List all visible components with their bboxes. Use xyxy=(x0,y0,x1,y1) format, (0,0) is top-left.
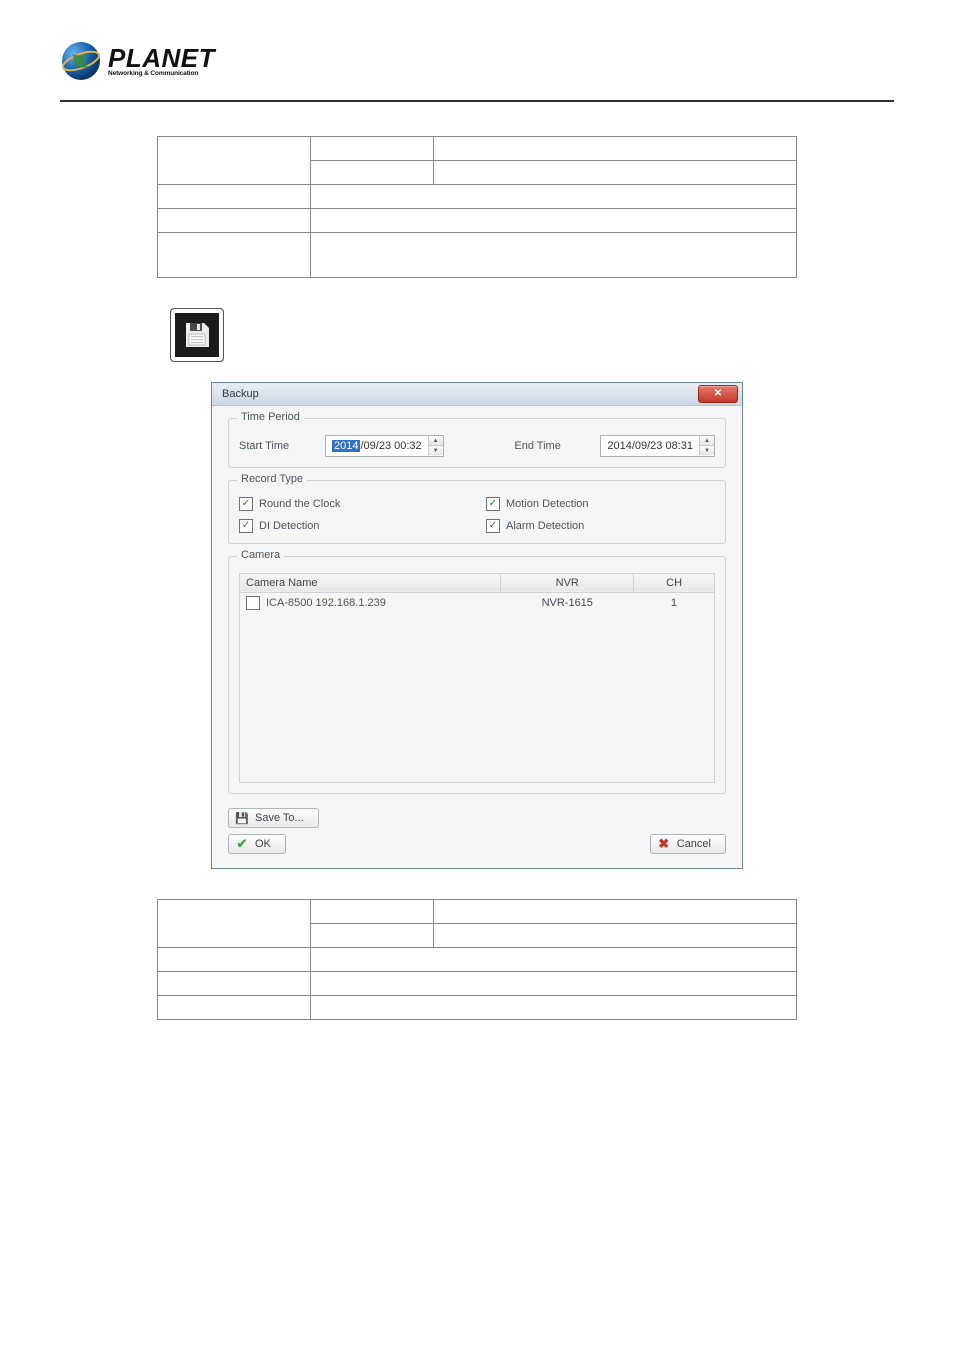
checkbox-di-detection[interactable]: ✓ DI Detection xyxy=(239,519,468,533)
record-type-group: Record Type ✓ Round the Clock ✓ Motion D… xyxy=(228,480,726,544)
brand-tagline: Networking & Communication xyxy=(108,71,215,78)
chevron-down-icon[interactable]: ▼ xyxy=(700,446,714,455)
cancel-button[interactable]: ✖ Cancel xyxy=(650,834,726,854)
camera-col-name: Camera Name xyxy=(240,573,501,592)
start-time-spinner[interactable]: ▲ ▼ xyxy=(428,436,443,455)
save-icon: 💾 xyxy=(235,812,249,825)
camera-col-ch: CH xyxy=(634,573,715,592)
page-header: PLANET Networking & Communication xyxy=(60,40,894,108)
camera-row-checkbox[interactable]: ✓ ICA-8500 192.168.1.239 xyxy=(246,596,495,610)
dialog-title: Backup xyxy=(222,388,259,400)
checkbox-round-the-clock[interactable]: ✓ Round the Clock xyxy=(239,497,468,511)
cancel-icon: ✖ xyxy=(657,836,671,852)
brand-name: PLANET xyxy=(108,45,215,71)
dialog-titlebar: Backup ✕ xyxy=(212,383,742,406)
start-time-label: Start Time xyxy=(239,440,309,452)
outline-table-bottom xyxy=(157,899,797,1020)
globe-icon xyxy=(60,40,102,82)
start-time-field[interactable]: 2014/09/23 00:32 ▲ ▼ xyxy=(325,435,444,457)
check-icon: ✓ xyxy=(486,519,500,533)
camera-legend: Camera xyxy=(237,549,284,561)
floppy-disk-icon xyxy=(182,320,212,350)
chevron-up-icon[interactable]: ▲ xyxy=(429,436,443,446)
time-period-group: Time Period Start Time 2014/09/23 00:32 … xyxy=(228,418,726,468)
checkbox-motion-detection[interactable]: ✓ Motion Detection xyxy=(486,497,715,511)
backup-icon-button[interactable] xyxy=(170,308,224,362)
close-button[interactable]: ✕ xyxy=(698,385,738,403)
end-time-field[interactable]: 2014/09/23 08:31 ▲ ▼ xyxy=(600,435,715,457)
check-icon: ✓ xyxy=(486,497,500,511)
close-icon: ✕ xyxy=(714,388,722,399)
backup-dialog: Backup ✕ Time Period Start Time 2014/09/… xyxy=(211,382,743,870)
header-divider xyxy=(60,100,894,102)
save-to-button[interactable]: 💾 Save To... xyxy=(228,808,319,828)
chevron-down-icon[interactable]: ▼ xyxy=(429,446,443,455)
chevron-up-icon[interactable]: ▲ xyxy=(700,436,714,446)
table-row[interactable]: ✓ ICA-8500 192.168.1.239 NVR-1615 1 xyxy=(240,592,715,613)
end-time-label: End Time xyxy=(514,440,584,452)
check-icon: ✓ xyxy=(239,497,253,511)
camera-table: Camera Name NVR CH ✓ ICA-8500 192.168.1.… xyxy=(239,573,715,784)
brand-logo: PLANET Networking & Communication xyxy=(60,40,894,82)
ok-icon: ✔ xyxy=(235,836,249,852)
time-period-legend: Time Period xyxy=(237,411,304,423)
camera-col-nvr: NVR xyxy=(501,573,634,592)
end-time-spinner[interactable]: ▲ ▼ xyxy=(699,436,714,455)
record-type-legend: Record Type xyxy=(237,473,307,485)
check-icon: ✓ xyxy=(246,596,260,610)
ok-button[interactable]: ✔ OK xyxy=(228,834,286,854)
check-icon: ✓ xyxy=(239,519,253,533)
checkbox-alarm-detection[interactable]: ✓ Alarm Detection xyxy=(486,519,715,533)
outline-table-top xyxy=(157,136,797,278)
camera-group: Camera Camera Name NVR CH ✓ xyxy=(228,556,726,795)
